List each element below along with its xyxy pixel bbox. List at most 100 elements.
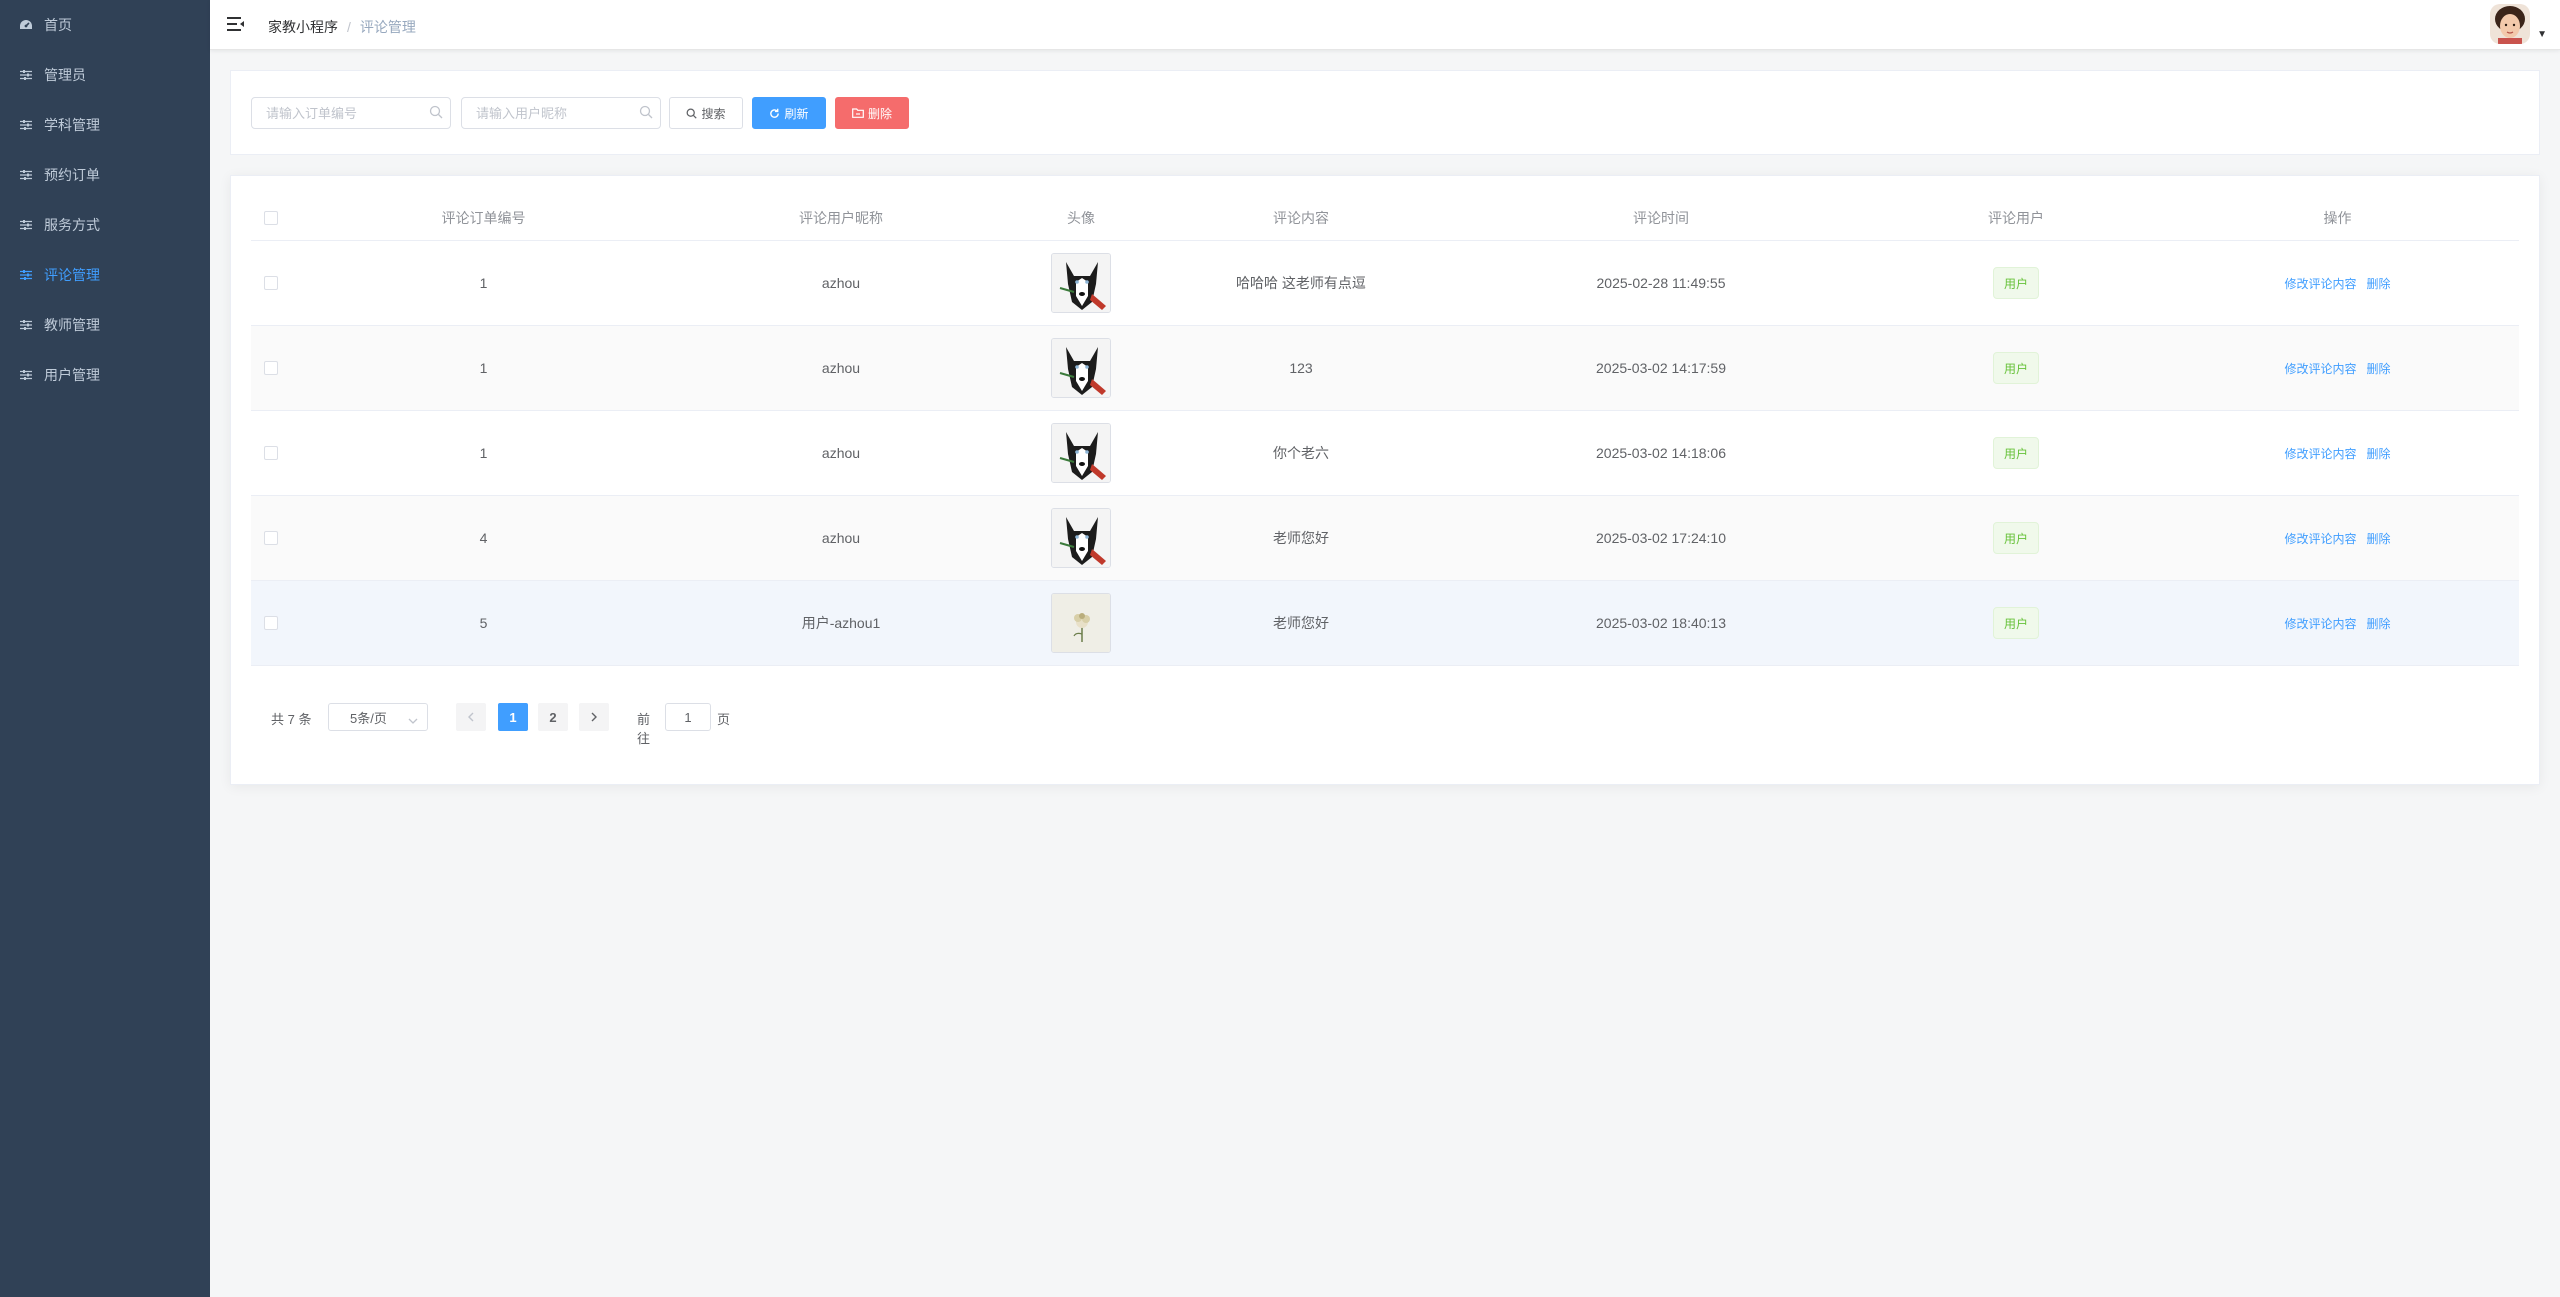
nickname-cell: azhou [821, 275, 861, 291]
nickname-cell: 用户-azhou1 [801, 615, 881, 631]
table-panel: 评论订单编号 评论用户昵称 头像 评论内容 评论时间 评论用户 操作 1 azh… [230, 175, 2540, 785]
sidebar-item-label: 首页 [44, 17, 72, 33]
breadcrumb: 家教小程序 / 评论管理 [268, 17, 416, 37]
row-checkbox[interactable] [264, 361, 278, 375]
table-row[interactable]: 5 用户-azhou1 老师您好 2025-03-02 18:40:13 用户 … [251, 581, 2519, 666]
husky-avatar-image[interactable] [1051, 253, 1111, 313]
content-cell: 你个老六 [1273, 445, 1329, 461]
sidebar-item-label: 用户管理 [44, 367, 100, 383]
edit-comment-link[interactable]: 修改评论内容 [2284, 615, 2356, 632]
nickname-cell: azhou [821, 530, 861, 546]
content-cell: 123 [1289, 360, 1313, 376]
table-row[interactable]: 1 azhou 你个老六 2025-03-02 14:18:06 用户 修改评论… [251, 411, 2519, 496]
chevron-right-icon [590, 710, 598, 725]
delete-link[interactable]: 删除 [2367, 530, 2391, 547]
time-cell: 2025-02-28 11:49:55 [1596, 275, 1726, 291]
column-header[interactable]: 评论内容 [1156, 196, 1446, 240]
edit-comment-link[interactable]: 修改评论内容 [2284, 275, 2356, 292]
user-tag: 用户 [1992, 437, 2039, 469]
page-button-2[interactable]: 2 [538, 703, 568, 731]
table-row[interactable]: 4 azhou 老师您好 2025-03-02 17:24:10 用户 修改评论… [251, 496, 2519, 581]
page-unit-label: 页 [717, 712, 731, 727]
next-page-button[interactable] [579, 703, 609, 731]
comments-table: 评论订单编号 评论用户昵称 头像 评论内容 评论时间 评论用户 操作 1 azh… [251, 196, 2519, 666]
chevron-down-icon [408, 713, 418, 728]
sidebar-item-label: 服务方式 [44, 217, 100, 233]
user-tag: 用户 [1992, 607, 2039, 639]
sliders-icon [18, 270, 34, 280]
sidebar-item-orders[interactable]: 预约订单 [0, 150, 210, 200]
edit-comment-link[interactable]: 修改评论内容 [2284, 530, 2356, 547]
delete-link[interactable]: 删除 [2367, 615, 2391, 632]
user-tag: 用户 [1992, 352, 2039, 384]
sidebar-item-users[interactable]: 用户管理 [0, 350, 210, 400]
content-cell: 老师您好 [1273, 615, 1329, 631]
delete-link[interactable]: 删除 [2367, 445, 2391, 462]
row-checkbox[interactable] [264, 446, 278, 460]
folder-delete-icon [852, 108, 864, 118]
edit-comment-link[interactable]: 修改评论内容 [2284, 360, 2356, 377]
delete-link[interactable]: 删除 [2367, 275, 2391, 292]
refresh-button[interactable]: 刷新 [752, 97, 826, 129]
order-number-cell: 1 [479, 360, 488, 376]
sidebar-item-teachers[interactable]: 教师管理 [0, 300, 210, 350]
order-number-cell: 4 [479, 530, 488, 546]
page-size-select[interactable]: 5条/页 [328, 703, 428, 731]
select-all-checkbox[interactable] [264, 211, 278, 225]
user-tag: 用户 [1992, 522, 2039, 554]
search-button[interactable]: 搜索 [669, 97, 743, 129]
hamburger-icon[interactable] [226, 14, 246, 34]
order-number-cell: 1 [479, 445, 488, 461]
husky-avatar-image[interactable] [1051, 508, 1111, 568]
breadcrumb-root[interactable]: 家教小程序 [268, 17, 338, 37]
refresh-button-label: 刷新 [784, 106, 809, 121]
sliders-icon [18, 170, 34, 180]
flower-avatar-image[interactable] [1051, 593, 1111, 653]
avatar[interactable] [2490, 4, 2530, 44]
column-header[interactable]: 评论用户昵称 [676, 196, 1006, 240]
goto-page-input[interactable] [665, 703, 711, 731]
column-header[interactable]: 头像 [1006, 196, 1156, 240]
caret-down-icon[interactable]: ▼ [2537, 29, 2547, 40]
top-navbar: 家教小程序 / 评论管理 ▼ [210, 0, 2560, 50]
pagination-total: 共 7 条 [271, 712, 312, 727]
order-number-input[interactable] [251, 97, 451, 129]
order-number-cell: 1 [479, 275, 488, 291]
sliders-icon [18, 70, 34, 80]
goto-label: 前往 [637, 712, 651, 746]
page-button-1[interactable]: 1 [498, 703, 528, 731]
column-header[interactable]: 评论用户 [1876, 196, 2156, 240]
sidebar-item-label: 评论管理 [44, 267, 100, 283]
table-row[interactable]: 1 azhou 123 2025-03-02 14:17:59 用户 修改评论内… [251, 326, 2519, 411]
sidebar-item-home[interactable]: 首页 [0, 0, 210, 50]
husky-avatar-image[interactable] [1051, 423, 1111, 483]
row-checkbox[interactable] [264, 616, 278, 630]
sidebar-item-service[interactable]: 服务方式 [0, 200, 210, 250]
delete-link[interactable]: 删除 [2367, 360, 2391, 377]
column-header[interactable]: 评论订单编号 [291, 196, 676, 240]
search-panel: 搜索 刷新 删除 [230, 70, 2540, 155]
content-cell: 哈哈哈 这老师有点逗 [1236, 275, 1366, 291]
column-header[interactable]: 操作 [2156, 196, 2519, 240]
sidebar-item-admin[interactable]: 管理员 [0, 50, 210, 100]
sliders-icon [18, 320, 34, 330]
delete-button[interactable]: 删除 [835, 97, 909, 129]
edit-comment-link[interactable]: 修改评论内容 [2284, 445, 2356, 462]
sidebar: 首页 管理员 学科管理 预约订单 服务方式 评论管理 教师管理 用户管理 [0, 0, 210, 1297]
sidebar-item-subjects[interactable]: 学科管理 [0, 100, 210, 150]
time-cell: 2025-03-02 17:24:10 [1596, 530, 1726, 546]
search-icon [429, 105, 443, 119]
table-row[interactable]: 1 azhou 哈哈哈 这老师有点逗 2025-02-28 11:49:55 用… [251, 241, 2519, 326]
time-cell: 2025-03-02 14:18:06 [1596, 445, 1726, 461]
husky-avatar-image[interactable] [1051, 338, 1111, 398]
nickname-input[interactable] [461, 97, 661, 129]
prev-page-button[interactable] [456, 703, 486, 731]
chevron-left-icon [467, 710, 475, 725]
row-checkbox[interactable] [264, 276, 278, 290]
dashboard-icon [18, 19, 34, 31]
column-header[interactable]: 评论时间 [1446, 196, 1876, 240]
row-checkbox[interactable] [264, 531, 278, 545]
refresh-icon [769, 108, 780, 119]
sidebar-item-label: 管理员 [44, 67, 86, 83]
sidebar-item-comments[interactable]: 评论管理 [0, 250, 210, 300]
